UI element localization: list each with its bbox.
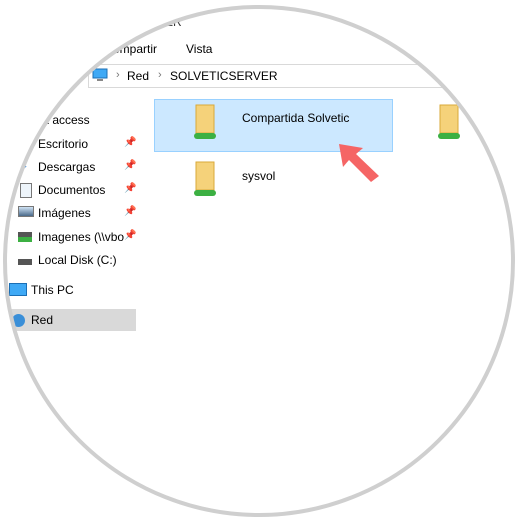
disk-icon	[18, 255, 32, 265]
sidebar-item-this-pc[interactable]: This PC	[5, 279, 136, 301]
sidebar-item-imagenes[interactable]: Imágenes 📌	[5, 202, 136, 224]
tab-compartir[interactable]: ompartir	[113, 42, 157, 56]
network-icon	[12, 314, 25, 327]
breadcrumb-red[interactable]: Red	[127, 69, 149, 83]
sidebar-item-local-disk[interactable]: Local Disk (C:)	[5, 249, 136, 271]
network-drive-icon	[18, 232, 32, 242]
computer-icon	[92, 68, 108, 81]
pin-icon[interactable]: 📌	[124, 230, 136, 241]
tab-vista[interactable]: Vista	[186, 42, 212, 56]
pin-icon[interactable]: 📌	[124, 206, 136, 217]
sidebar-item-red[interactable]: Red	[5, 309, 136, 331]
file-explorer-window: ER ompartir Vista › Red › SOLVETICSERVER…	[5, 7, 515, 517]
desktop-icon	[18, 137, 32, 149]
pin-icon[interactable]: 📌	[124, 160, 136, 171]
breadcrumb-separator-icon: ›	[158, 69, 162, 81]
pictures-icon	[18, 206, 34, 217]
quick-access[interactable]: ck access	[37, 113, 90, 127]
breadcrumb-separator-icon: ›	[116, 69, 120, 81]
address-bar[interactable]: › Red › SOLVETICSERVER	[88, 64, 515, 88]
documents-icon	[20, 183, 32, 198]
sidebar-item-descargas[interactable]: ⬇ Descargas 📌	[5, 156, 136, 178]
download-icon: ⬇	[18, 157, 29, 172]
item-label[interactable]: sysvol	[242, 169, 275, 183]
pin-icon[interactable]: 📌	[124, 183, 136, 194]
sidebar-item-escritorio[interactable]: Escritorio 📌	[5, 133, 136, 155]
sidebar-item-documentos[interactable]: Documentos 📌	[5, 179, 136, 201]
shared-folder-icon[interactable]	[436, 103, 462, 143]
window-title: ER	[165, 15, 182, 29]
breadcrumb-server[interactable]: SOLVETICSERVER	[170, 69, 278, 83]
pointer-arrow-annotation	[339, 144, 379, 182]
item-label[interactable]: Compartida Solvetic	[242, 111, 349, 125]
sidebar-item-network-drive[interactable]: Imagenes (\\vbo 📌	[5, 226, 136, 248]
pin-icon[interactable]: 📌	[124, 137, 136, 148]
computer-icon	[9, 283, 27, 296]
shared-folder-icon[interactable]	[192, 160, 218, 200]
shared-folder-icon	[194, 104, 216, 139]
